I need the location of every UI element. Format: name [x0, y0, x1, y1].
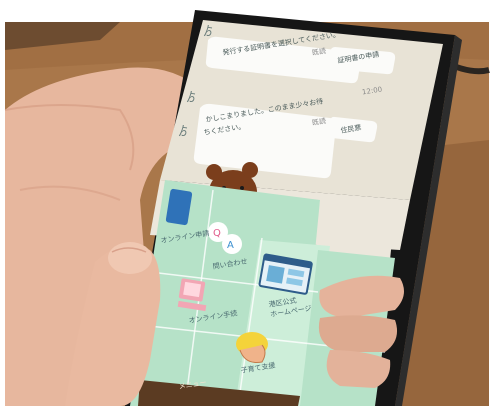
svg-text:ゟ: ゟ	[176, 123, 190, 139]
right-finger-2	[318, 315, 398, 352]
svg-text:A: A	[227, 240, 234, 251]
browser-icon	[258, 253, 313, 295]
svg-text:Q: Q	[213, 228, 221, 239]
scene: ゟ ゟ ゟ Q A	[0, 0, 493, 410]
computer-icon	[177, 278, 207, 312]
svg-text:ゟ: ゟ	[184, 89, 198, 105]
svg-text:ゟ: ゟ	[201, 23, 215, 39]
photo: ゟ ゟ ゟ Q A 証明書の申請 発行する証明書を選択してください。 住民票 か…	[0, 0, 493, 410]
